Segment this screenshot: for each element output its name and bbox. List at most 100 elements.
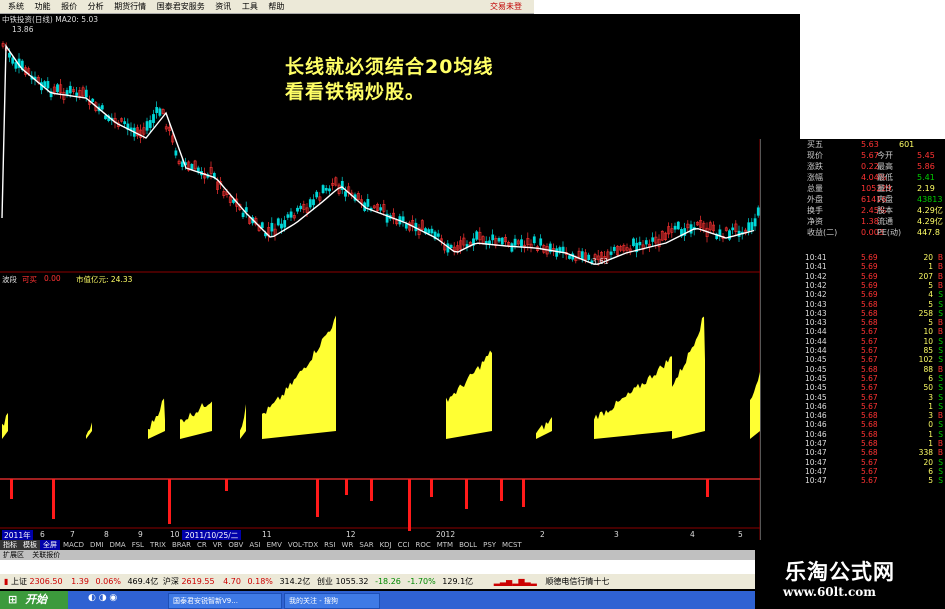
indicator-tab[interactable]: 指标	[0, 540, 20, 550]
overlay-line-2: 看看铁锅炒股。	[285, 81, 426, 103]
sh-change: 1.39	[71, 577, 89, 586]
negative-bar	[370, 479, 373, 501]
indicator-tab[interactable]: EMV	[264, 540, 285, 550]
indicator-tab[interactable]: MCST	[499, 540, 525, 550]
indicator-tab[interactable]: DMA	[106, 540, 128, 550]
tick-row: 10:45 5.68 88 B	[805, 365, 945, 374]
negative-bar	[52, 479, 55, 519]
indicator-tab[interactable]: 全屏	[40, 540, 60, 550]
quick-launch-icons[interactable]: ◐ ◑ ◉	[88, 593, 117, 603]
candle-body	[91, 98, 95, 102]
tick-volume: 10	[923, 336, 933, 346]
windows-logo-icon: ⊞	[8, 593, 18, 606]
tick-price: 5.67	[861, 383, 878, 393]
menu-item-function[interactable]: 功能	[35, 0, 51, 13]
tick-volume: 10	[923, 327, 933, 337]
tick-side: B	[937, 411, 943, 421]
indicator-tab[interactable]: OBV	[225, 540, 246, 550]
indicator-tab[interactable]: BRAR	[169, 540, 194, 550]
menu-item-system[interactable]: 系统	[8, 0, 24, 13]
candle-body	[366, 198, 370, 207]
tick-side: S	[938, 383, 943, 393]
indicator-tab[interactable]: FSL	[129, 540, 147, 550]
indicator-tab[interactable]: VR	[210, 540, 226, 550]
tick-side: S	[938, 457, 943, 467]
tick-time: 10:44	[805, 336, 827, 346]
indicator-tab[interactable]: TRIX	[147, 540, 169, 550]
indicator-market-cap: 市值亿元: 24.33	[76, 275, 133, 284]
tab-related-quotes[interactable]: 关联报价	[32, 551, 60, 559]
stat-label: PE(动)	[877, 228, 902, 237]
start-button[interactable]: ⊞ 开始	[0, 591, 68, 609]
candle-body	[11, 57, 15, 64]
tick-row: 10:46 5.67 1 S	[805, 402, 945, 411]
candle-body	[75, 92, 79, 96]
task-item-browser[interactable]: 我的关注 - 搜狗	[284, 593, 380, 609]
indicator-tab[interactable]: MACD	[60, 540, 87, 550]
sz-change: 4.70	[223, 577, 241, 586]
candle-body	[750, 222, 754, 231]
candle-body	[555, 248, 559, 257]
sz-percent: 0.18%	[247, 577, 273, 586]
menu-item-analysis[interactable]: 分析	[88, 0, 104, 13]
news-ticker[interactable]: 顺德电信行情十七	[545, 577, 609, 586]
indicator-tab[interactable]: PSY	[480, 540, 499, 550]
indicator-tab[interactable]: CCI	[395, 540, 413, 550]
indicator-tab[interactable]: CR	[194, 540, 210, 550]
tick-time: 10:43	[805, 318, 827, 328]
trade-login-status[interactable]: 交易未登	[490, 0, 522, 13]
candle-body	[430, 228, 434, 234]
menu-item-quote[interactable]: 报价	[61, 0, 77, 13]
tick-volume: 1	[928, 262, 933, 272]
indicator-tab[interactable]: VOL-TDX	[285, 540, 321, 550]
tick-time: 10:47	[805, 457, 827, 467]
tab-extension[interactable]: 扩展区	[3, 551, 24, 559]
watermark-url: www.60lt.com	[783, 585, 876, 599]
candle-body	[568, 255, 571, 259]
candle-body	[475, 231, 479, 240]
indicator-tab[interactable]: RSI	[321, 540, 338, 550]
tick-row: 10:44 5.67 10 S	[805, 337, 945, 346]
tick-row: 10:43 5.68 5 S	[805, 300, 945, 309]
indicator-tab[interactable]: MTM	[434, 540, 456, 550]
stat-label: 今开	[877, 151, 893, 160]
date-label-7: 7	[70, 530, 75, 539]
menu-item-tools[interactable]: 工具	[242, 0, 258, 13]
start-label: 开始	[25, 593, 48, 606]
menu-item-news[interactable]: 资讯	[215, 0, 231, 13]
indicator-tab[interactable]: ASI	[246, 540, 263, 550]
indicator-tab[interactable]: SAR	[356, 540, 376, 550]
candle-body	[180, 161, 184, 167]
indicator-tab[interactable]: DMI	[87, 540, 107, 550]
menu-item-futures[interactable]: 期货行情	[114, 0, 146, 13]
indicator-tab[interactable]: 模板	[20, 540, 40, 550]
cy-change: -18.26	[375, 577, 401, 586]
tick-row: 10:46 5.68 3 B	[805, 411, 945, 420]
tick-price: 5.68	[861, 364, 878, 374]
date-label-12: 12	[346, 530, 356, 539]
indicator-tab[interactable]: WR	[339, 540, 357, 550]
low-marker: 3.61	[592, 257, 609, 266]
tick-volume: 20	[923, 253, 933, 262]
negative-bar	[408, 479, 411, 531]
menu-item-broker-service[interactable]: 国泰君安服务	[157, 0, 205, 13]
stat-label: 量比	[877, 184, 893, 193]
tick-side: S	[938, 299, 943, 309]
menu-item-help[interactable]: 帮助	[268, 0, 284, 13]
indicator-tab[interactable]: KDJ	[377, 540, 395, 550]
tick-price: 5.68	[861, 318, 878, 328]
tick-side: S	[938, 290, 943, 300]
candle-body	[43, 81, 47, 88]
cy-percent: -1.70%	[407, 577, 436, 586]
tick-time: 10:47	[805, 448, 827, 458]
tick-time: 10:43	[805, 299, 827, 309]
tick-price: 5.68	[861, 299, 878, 309]
tick-row: 10:47 5.68 338 B	[805, 448, 945, 457]
tick-volume: 4	[928, 290, 933, 300]
task-item-trading-app[interactable]: 国泰君安锐智新V9...	[168, 593, 282, 609]
candle-body	[753, 218, 757, 227]
tick-price: 5.67	[861, 466, 878, 476]
indicator-tab[interactable]: BOLL	[456, 540, 480, 550]
indicator-tab[interactable]: ROC	[412, 540, 433, 550]
candle-body	[46, 81, 50, 89]
